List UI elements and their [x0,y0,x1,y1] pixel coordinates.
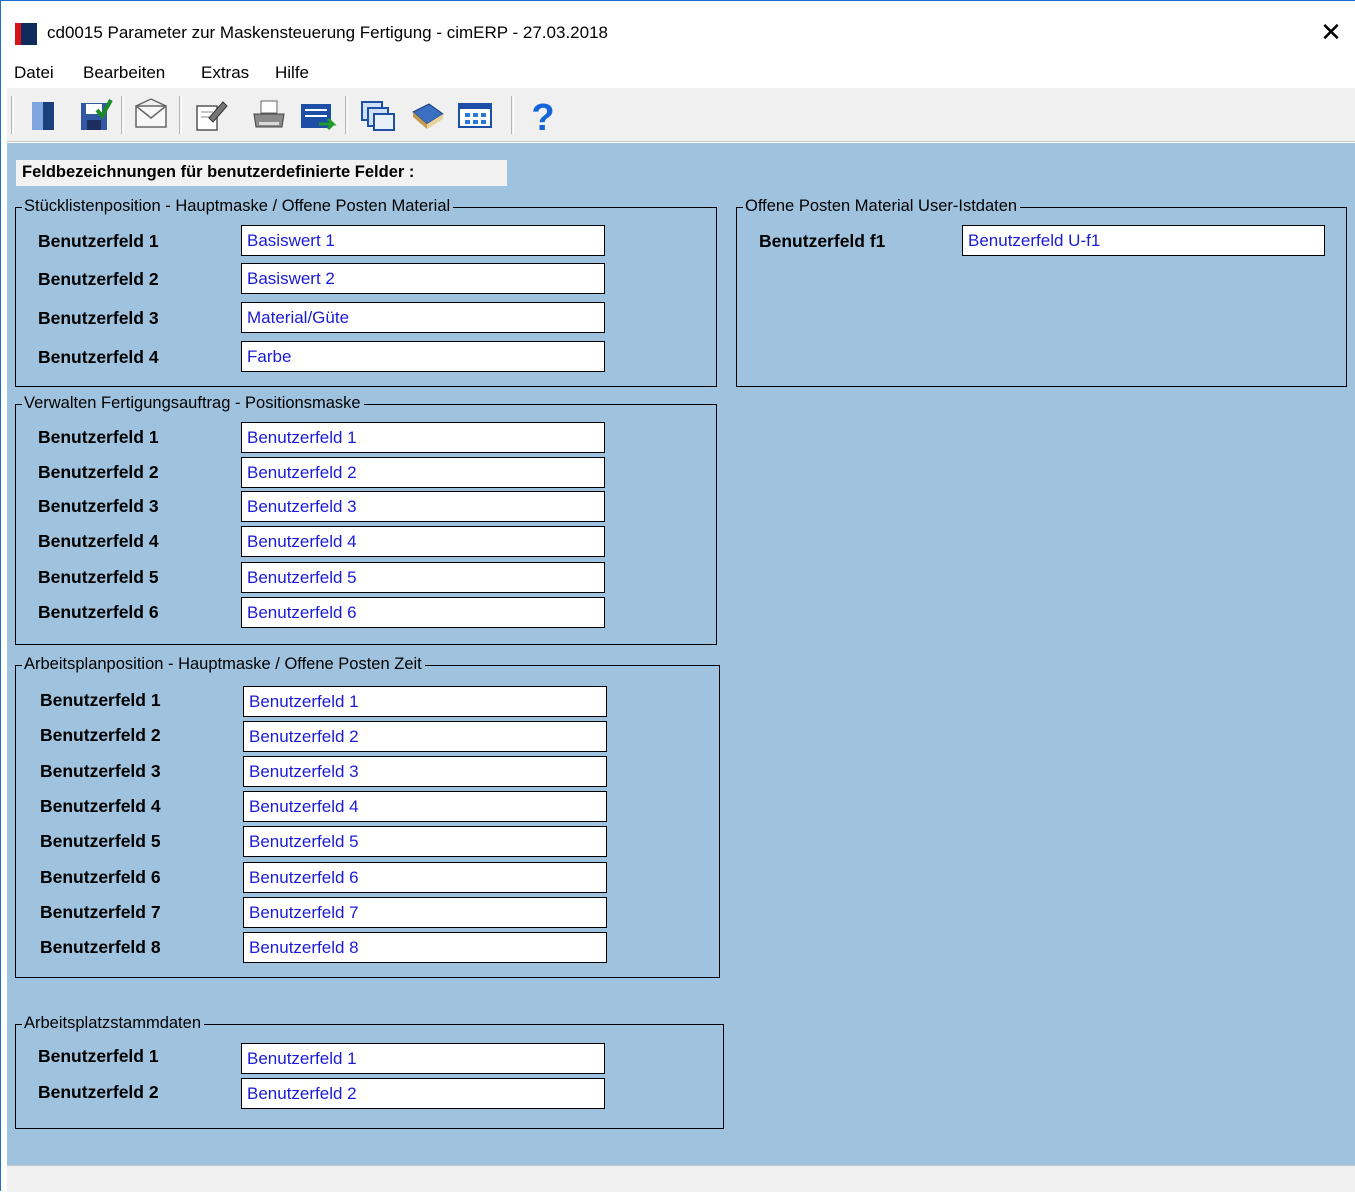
windows-icon[interactable] [357,94,397,136]
field-label: Benutzerfeld f1 [759,231,886,251]
field-label: Benutzerfeld 7 [40,902,161,922]
field-input[interactable]: Benutzerfeld 2 [241,457,605,488]
menu-bearbeiten[interactable]: Bearbeiten [83,63,165,83]
window-title: cd0015 Parameter zur Maskensteuerung Fer… [47,23,608,42]
edit-icon[interactable] [191,94,231,136]
field-label: Benutzerfeld 4 [40,796,161,816]
book-icon[interactable] [407,94,447,136]
field-input[interactable]: Benutzerfeld 6 [243,862,607,893]
field-input[interactable]: Basiswert 2 [241,263,605,294]
status-bar [7,1165,1355,1192]
group-arbeitsplanposition: Arbeitsplanposition - Hauptmaske / Offen… [15,655,720,978]
save-icon[interactable] [75,94,115,136]
field-input[interactable]: Benutzerfeld 3 [243,756,607,787]
field-label: Benutzerfeld 2 [38,462,159,482]
toolbar-separator [11,96,14,134]
field-input[interactable]: Benutzerfeld 7 [243,897,607,928]
title-bar: cd0015 Parameter zur Maskensteuerung Fer… [1,1,1355,57]
field-label: Benutzerfeld 4 [38,347,159,367]
field-label: Benutzerfeld 1 [38,231,159,251]
app-window: cd0015 Parameter zur Maskensteuerung Fer… [0,0,1355,1192]
group-title: Offene Posten Material User-Istdaten [743,197,1021,216]
field-input[interactable]: Benutzerfeld 6 [241,597,605,628]
group-arbeitsplatzstammdaten: Arbeitsplatzstammdaten Benutzerfeld 1 Be… [15,1014,724,1129]
exit-icon[interactable] [23,94,63,136]
field-label: Benutzerfeld 3 [40,761,161,781]
field-input[interactable]: Benutzerfeld 5 [243,826,607,857]
field-label: Benutzerfeld 1 [38,427,159,447]
field-label: Benutzerfeld 6 [40,867,161,887]
field-label: Benutzerfeld 1 [40,690,161,710]
field-input[interactable]: Benutzerfeld 2 [241,1078,605,1109]
field-input[interactable]: Benutzerfeld 1 [241,1043,605,1074]
group-title: Arbeitsplanposition - Hauptmaske / Offen… [22,655,425,674]
group-title: Verwalten Fertigungsauftrag - Positionsm… [22,394,364,413]
field-label: Benutzerfeld 2 [38,269,159,289]
field-input[interactable]: Benutzerfeld 4 [243,791,607,822]
group-title: Stücklistenposition - Hauptmaske / Offen… [22,197,454,216]
svg-text:?: ? [531,97,554,136]
field-input[interactable]: Material/Güte [241,302,605,333]
close-button[interactable]: ✕ [1315,16,1347,48]
field-input[interactable]: Benutzerfeld 3 [241,491,605,522]
field-input[interactable]: Farbe [241,341,605,372]
field-input[interactable]: Benutzerfeld 4 [241,526,605,557]
help-icon[interactable]: ? [523,94,563,139]
field-input[interactable]: Benutzerfeld 8 [243,932,607,963]
field-input[interactable]: Benutzerfeld 1 [243,686,607,717]
toolbar: ? [7,88,1355,142]
menu-hilfe[interactable]: Hilfe [275,63,309,83]
mail-icon[interactable] [131,94,171,136]
field-input[interactable]: Benutzerfeld U-f1 [962,225,1325,256]
app-logo-icon [15,23,37,45]
field-input[interactable]: Basiswert 1 [241,225,605,256]
field-label: Benutzerfeld 2 [40,725,161,745]
form-area: Feldbezeichnungen für benutzerdefinierte… [7,143,1355,1165]
field-input[interactable]: Benutzerfeld 1 [241,422,605,453]
transfer-icon[interactable] [297,94,337,136]
field-input[interactable]: Benutzerfeld 5 [241,562,605,593]
field-label: Benutzerfeld 2 [38,1082,159,1102]
group-offene-posten-material-user-istdaten: Offene Posten Material User-Istdaten Ben… [736,197,1347,387]
group-verwalten-fertigungsauftrag: Verwalten Fertigungsauftrag - Positionsm… [15,394,717,645]
field-label: Benutzerfeld 4 [38,531,159,551]
menu-bar: Datei Bearbeiten Extras Hilfe [1,57,1355,87]
section-heading: Feldbezeichnungen für benutzerdefinierte… [16,160,507,186]
field-label: Benutzerfeld 3 [38,496,159,516]
field-label: Benutzerfeld 6 [38,602,159,622]
field-label: Benutzerfeld 1 [38,1046,159,1066]
toolbar-separator [511,96,514,134]
menu-extras[interactable]: Extras [201,63,249,83]
field-label: Benutzerfeld 8 [40,937,161,957]
menu-datei[interactable]: Datei [14,63,54,83]
field-label: Benutzerfeld 5 [40,831,161,851]
field-label: Benutzerfeld 5 [38,567,159,587]
group-title: Arbeitsplatzstammdaten [22,1014,204,1033]
toolbar-separator [121,96,124,134]
field-label: Benutzerfeld 3 [38,308,159,328]
print-icon[interactable] [249,94,289,136]
field-input[interactable]: Benutzerfeld 2 [243,721,607,752]
group-stuecklistenposition: Stücklistenposition - Hauptmaske / Offen… [15,197,717,387]
grid-icon[interactable] [455,94,495,136]
toolbar-separator [179,96,182,134]
toolbar-separator [345,96,348,134]
